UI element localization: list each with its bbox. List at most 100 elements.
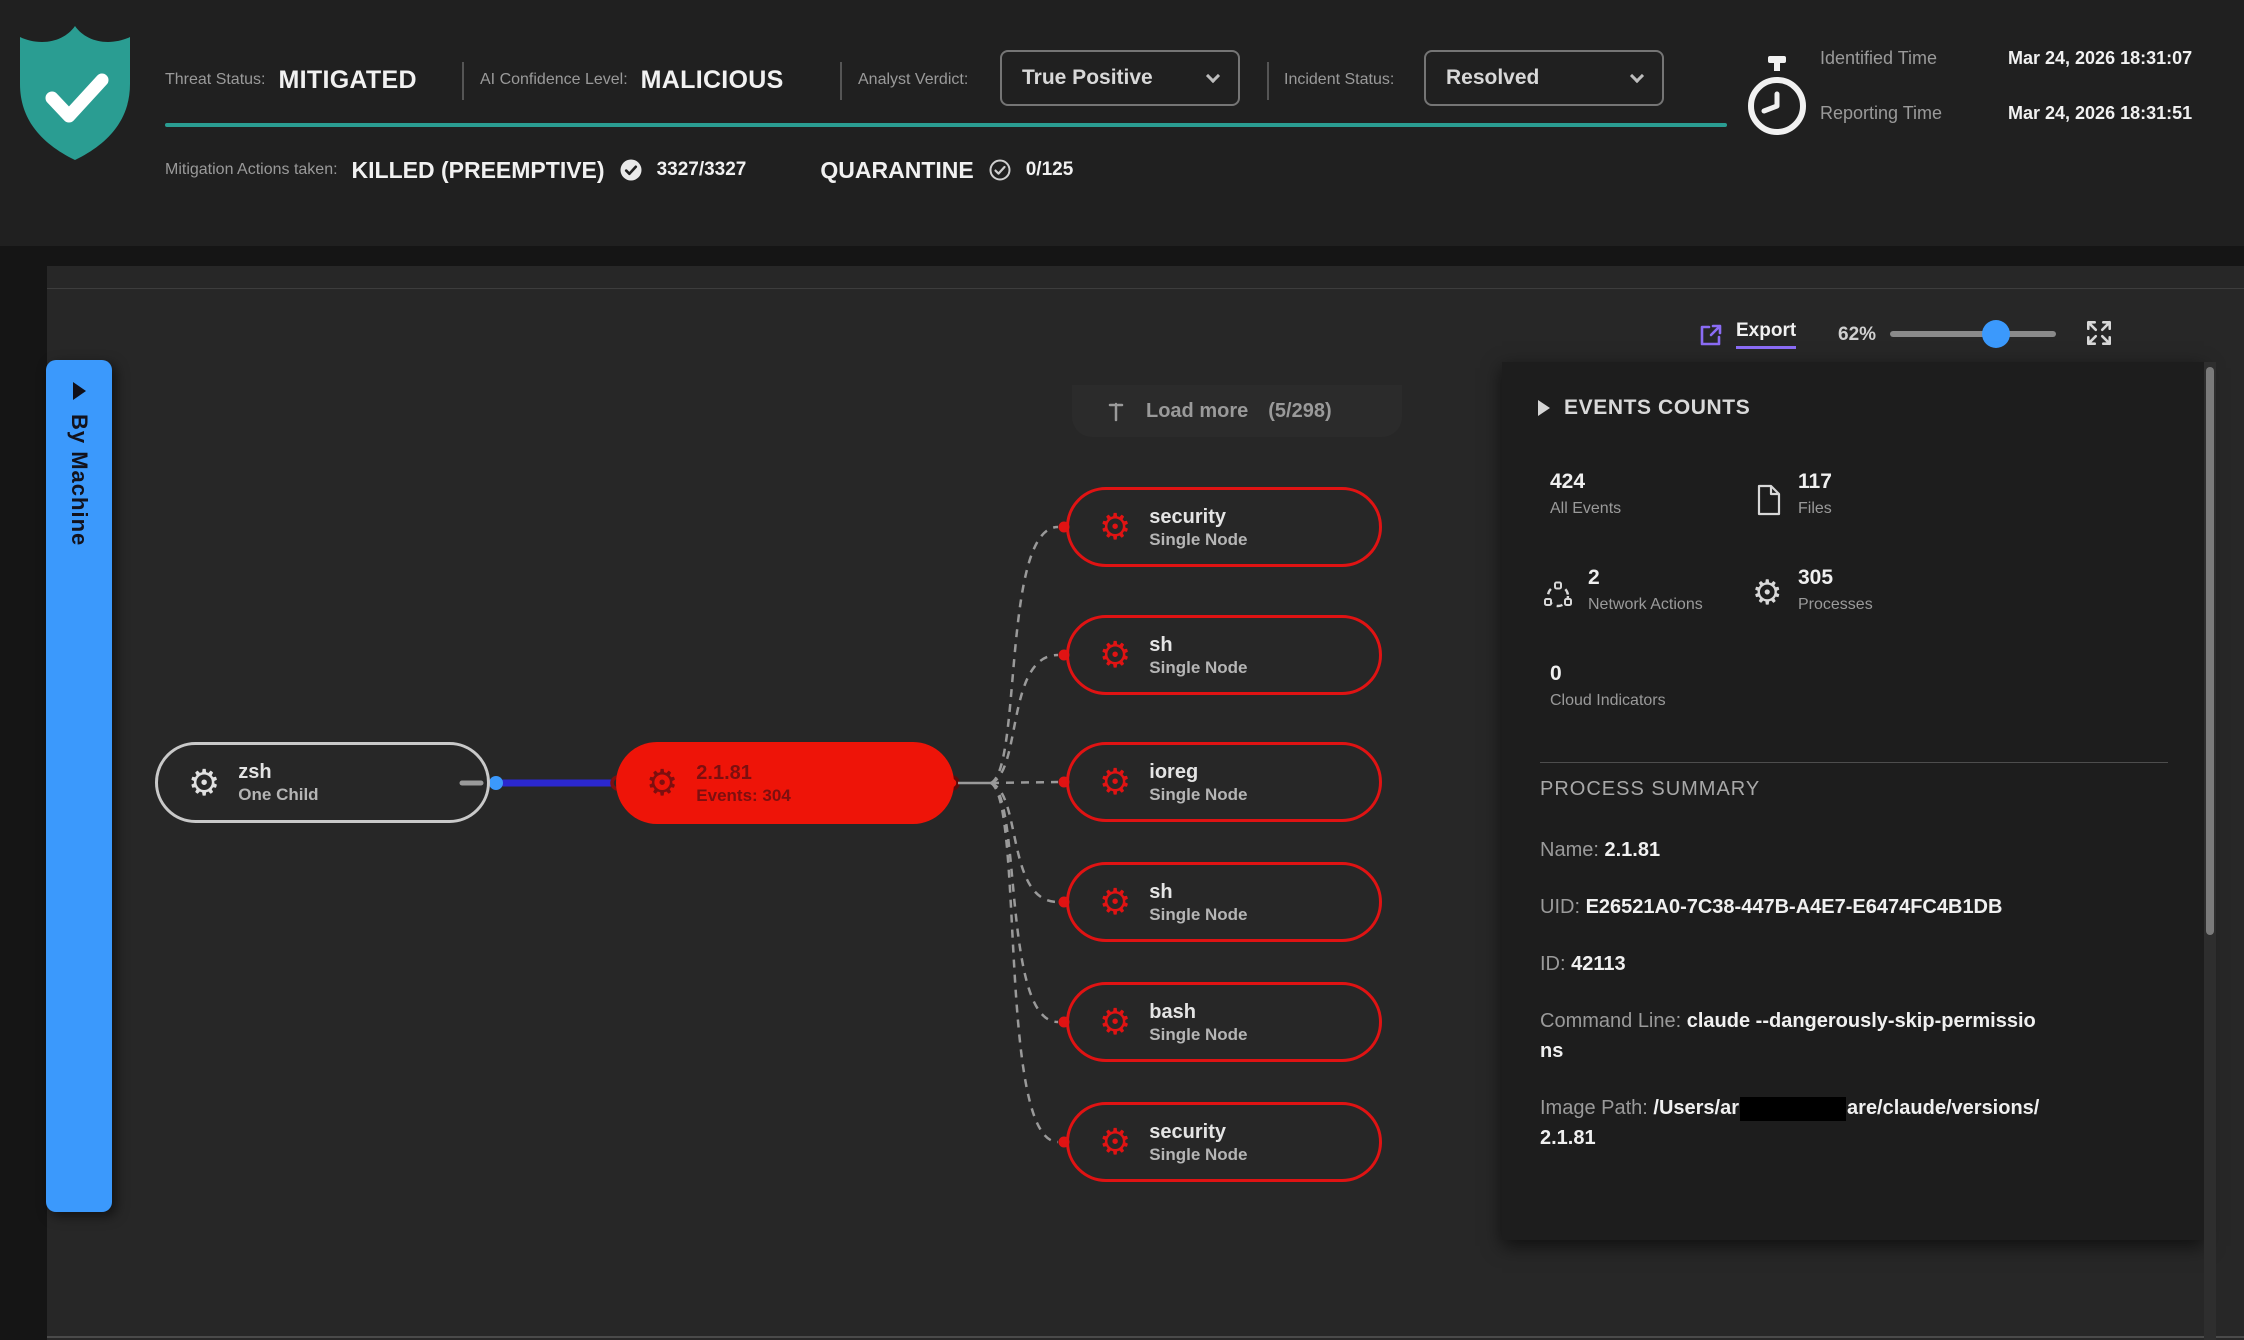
field-id: ID: 42113	[1540, 949, 2040, 979]
chevron-down-icon	[1206, 68, 1220, 82]
count-files: 117 Files	[1798, 470, 1832, 518]
zoom-percent: 62%	[1838, 324, 1876, 346]
collapse-arrow-icon	[1538, 400, 1550, 416]
gear-icon: ⚙	[1099, 884, 1131, 920]
gear-icon: ⚙	[646, 765, 678, 801]
count-label: Network Actions	[1588, 596, 1703, 614]
mitigation-killed-count: 3327/3327	[657, 159, 747, 181]
load-more-button[interactable]: Load more (5/298)	[1072, 385, 1402, 437]
redaction-box	[1740, 1097, 1846, 1121]
count-label: Files	[1798, 500, 1832, 518]
node-title: sh	[1149, 880, 1247, 904]
field-name: Name: 2.1.81	[1540, 835, 2040, 865]
process-node-child[interactable]: ⚙ security Single Node	[1066, 1102, 1382, 1182]
events-counts-title: EVENTS COUNTS	[1564, 396, 1750, 420]
header-separator	[1267, 62, 1269, 100]
count-cloud-indicators: 0 Cloud Indicators	[1550, 662, 1666, 710]
by-machine-tab[interactable]: By Machine	[46, 360, 112, 1212]
identified-time-label: Identified Time	[1820, 48, 1990, 69]
gear-icon: ⚙	[1099, 509, 1131, 545]
node-subtitle: Single Node	[1149, 1144, 1247, 1165]
node-subtitle: Single Node	[1149, 904, 1247, 925]
gear-icon: ⚙	[1099, 1004, 1131, 1040]
ai-confidence-label: AI Confidence Level:	[480, 71, 628, 89]
details-panel: EVENTS COUNTS 424 All Events 117 Files 2…	[1502, 362, 2204, 1240]
node-title: 2.1.81	[696, 761, 791, 785]
field-command-line: Command Line: claude --dangerously-skip-…	[1540, 1006, 2040, 1066]
gear-icon: ⚙	[1099, 764, 1131, 800]
threat-status-value: MITIGATED	[279, 66, 417, 95]
count-value: 117	[1798, 470, 1832, 494]
count-value: 424	[1550, 470, 1621, 494]
node-title: bash	[1149, 1000, 1247, 1024]
process-summary-title: PROCESS SUMMARY	[1540, 778, 2040, 801]
gear-icon: ⚙	[1752, 576, 1782, 610]
header-separator	[840, 62, 842, 100]
mitigation-label: Mitigation Actions taken:	[165, 161, 338, 179]
process-node-child[interactable]: ⚙ security Single Node	[1066, 487, 1382, 567]
incident-status-label: Incident Status:	[1284, 71, 1394, 89]
analyst-verdict-label: Analyst Verdict:	[858, 71, 968, 89]
node-title: ioreg	[1149, 760, 1247, 784]
gear-icon: ⚙	[188, 765, 220, 801]
check-circle-outline-icon	[988, 158, 1012, 182]
by-machine-label: By Machine	[66, 414, 92, 546]
process-summary-section: PROCESS SUMMARY Name: 2.1.81 UID: E26521…	[1540, 778, 2040, 1180]
export-icon	[1698, 322, 1724, 348]
node-title: sh	[1149, 633, 1247, 657]
process-node-zsh[interactable]: ⚙ zsh One Child	[155, 742, 490, 823]
events-counts-header[interactable]: EVENTS COUNTS	[1538, 396, 1750, 420]
incident-status-dropdown[interactable]: Resolved	[1424, 50, 1664, 106]
process-node-child[interactable]: ⚙ bash Single Node	[1066, 982, 1382, 1062]
node-title: zsh	[238, 760, 318, 784]
node-subtitle: One Child	[238, 784, 318, 805]
zoom-slider[interactable]	[1890, 331, 2056, 337]
shield-check-icon	[16, 22, 134, 164]
process-node-focus[interactable]: ⚙ 2.1.81 Events: 304	[616, 742, 954, 824]
mitigation-quarantine-count: 0/125	[1026, 159, 1074, 181]
mitigation-quarantine-label: QUARANTINE	[820, 157, 973, 184]
mitigation-row: Mitigation Actions taken: KILLED (PREEMP…	[165, 148, 1073, 192]
panel-scrollbar-thumb[interactable]	[2206, 367, 2214, 935]
incident-status-group: Incident Status:	[1284, 58, 1394, 102]
network-icon	[1542, 580, 1574, 617]
count-value: 2	[1588, 566, 1703, 590]
threat-header: Threat Status: MITIGATED AI Confidence L…	[0, 0, 2244, 246]
process-node-child[interactable]: ⚙ sh Single Node	[1066, 862, 1382, 942]
count-label: Cloud Indicators	[1550, 692, 1666, 710]
analyst-verdict-dropdown[interactable]: True Positive	[1000, 50, 1240, 106]
node-subtitle: Single Node	[1149, 529, 1247, 550]
panel-divider	[1540, 762, 2168, 763]
count-value: 305	[1798, 566, 1873, 590]
canvas-bottom-border	[47, 1336, 2244, 1338]
canvas-divider	[47, 288, 2244, 289]
node-title: security	[1149, 1120, 1247, 1144]
field-image-path: Image Path: /Users/arare/claude/versions…	[1540, 1093, 2040, 1153]
process-node-child[interactable]: ⚙ ioreg Single Node	[1066, 742, 1382, 822]
load-more-label: Load more	[1146, 400, 1248, 423]
node-subtitle: Single Node	[1149, 1024, 1247, 1045]
incident-status-value: Resolved	[1446, 66, 1539, 90]
threat-status-label: Threat Status:	[165, 71, 266, 89]
process-node-child[interactable]: ⚙ sh Single Node	[1066, 615, 1382, 695]
ai-confidence-value: MALICIOUS	[641, 66, 784, 95]
mitigation-killed-label: KILLED (PREEMPTIVE)	[352, 157, 605, 184]
reporting-time-label: Reporting Time	[1820, 103, 1990, 124]
expand-right-icon	[73, 382, 86, 400]
count-value: 0	[1550, 662, 1666, 686]
count-label: All Events	[1550, 500, 1621, 518]
reporting-time-value: Mar 24, 2026 18:31:51	[2008, 103, 2192, 124]
threat-progress-line	[165, 123, 1727, 127]
export-button[interactable]: Export	[1698, 320, 1796, 349]
node-subtitle: Single Node	[1149, 784, 1247, 805]
field-uid: UID: E26521A0-7C38-447B-A4E7-E6474FC4B1D…	[1540, 892, 2040, 922]
check-circle-filled-icon	[619, 158, 643, 182]
threat-status-group: Threat Status: MITIGATED	[165, 58, 417, 102]
header-separator	[462, 62, 464, 100]
ai-confidence-group: AI Confidence Level: MALICIOUS	[480, 58, 784, 102]
node-title: security	[1149, 505, 1247, 529]
panel-scrollbar[interactable]	[2204, 362, 2216, 1340]
fullscreen-icon[interactable]	[2084, 318, 2114, 348]
count-all-events: 424 All Events	[1550, 470, 1621, 518]
zoom-slider-handle[interactable]	[1982, 320, 2010, 348]
